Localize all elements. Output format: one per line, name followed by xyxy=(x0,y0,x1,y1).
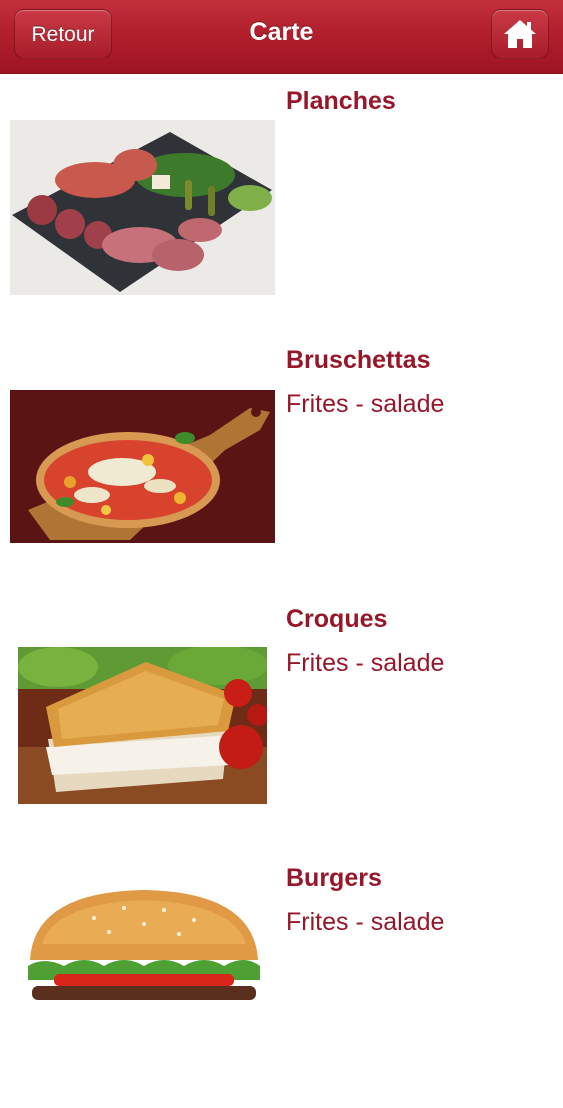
menu-item-bruschettas[interactable]: Bruschettas Frites - salade xyxy=(0,332,563,590)
bruschetta-image xyxy=(10,390,275,543)
menu-item-description: Frites - salade xyxy=(286,390,445,418)
menu-item-name: Burgers xyxy=(286,864,382,892)
menu-item-name: Bruschettas xyxy=(286,346,431,374)
home-button[interactable] xyxy=(491,9,549,59)
croque-monsieur-image xyxy=(18,647,267,804)
menu-item-name: Croques xyxy=(286,605,388,633)
menu-item-croques[interactable]: Croques Frites - salade xyxy=(0,591,563,849)
menu-item-burgers[interactable]: Burgers Frites - salade xyxy=(0,850,563,1108)
menu-item-planches[interactable]: Planches xyxy=(0,73,563,331)
home-icon xyxy=(504,20,536,48)
top-bar: Retour Carte xyxy=(0,0,563,73)
menu-item-description: Frites - salade xyxy=(286,649,445,677)
burger-image xyxy=(24,888,264,1000)
menu-item-description: Frites - salade xyxy=(286,908,445,936)
menu-item-name: Planches xyxy=(286,87,396,115)
charcuterie-board-image xyxy=(10,120,275,295)
page-title: Carte xyxy=(249,18,314,46)
